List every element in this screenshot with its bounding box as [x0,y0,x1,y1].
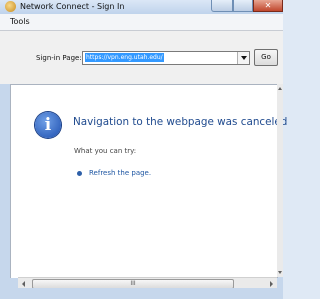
caption-buttons: ✕ [211,0,283,12]
network-connect-icon [5,1,16,12]
window-frame-left [0,84,10,288]
menu-bar: Tools [0,14,283,31]
title-bar[interactable]: Network Connect - Sign In ✕ [0,0,283,14]
maximize-button[interactable] [233,0,253,12]
dropdown-arrow-icon[interactable] [237,52,249,64]
scroll-down-icon[interactable] [278,271,282,274]
window-frame-bottom [0,288,283,299]
close-icon: ✕ [264,1,272,10]
error-heading: Navigation to the webpage was canceled [73,116,288,128]
signin-page-label: Sign-in Page: [36,54,82,62]
browser-content: i Navigation to the webpage was canceled… [10,84,287,278]
scroll-right-icon[interactable] [270,281,273,287]
minimize-button[interactable] [211,0,233,12]
refresh-page-link[interactable]: Refresh the page. [89,168,151,178]
menu-item-tools[interactable]: Tools [8,15,32,29]
app-window: Network Connect - Sign In ✕ Tools Sign-i… [0,0,287,299]
signin-url-combobox[interactable]: https://vpn.eng.utah.edu/ [82,51,250,65]
go-button[interactable]: Go [254,49,278,66]
bullet-icon [77,171,82,176]
info-icon: i [35,112,61,138]
scrollbar-grip: III [130,280,136,287]
signin-toolbar: Sign-in Page: https://vpn.eng.utah.edu/ … [0,31,283,84]
window-title: Network Connect - Sign In [20,2,125,11]
signin-url-value[interactable]: https://vpn.eng.utah.edu/ [85,53,164,62]
scroll-left-icon[interactable] [22,281,25,287]
scroll-up-icon[interactable] [278,87,282,90]
tips-label: What you can try: [74,147,137,155]
vertical-scrollbar[interactable] [277,84,283,277]
close-button[interactable]: ✕ [253,0,283,12]
